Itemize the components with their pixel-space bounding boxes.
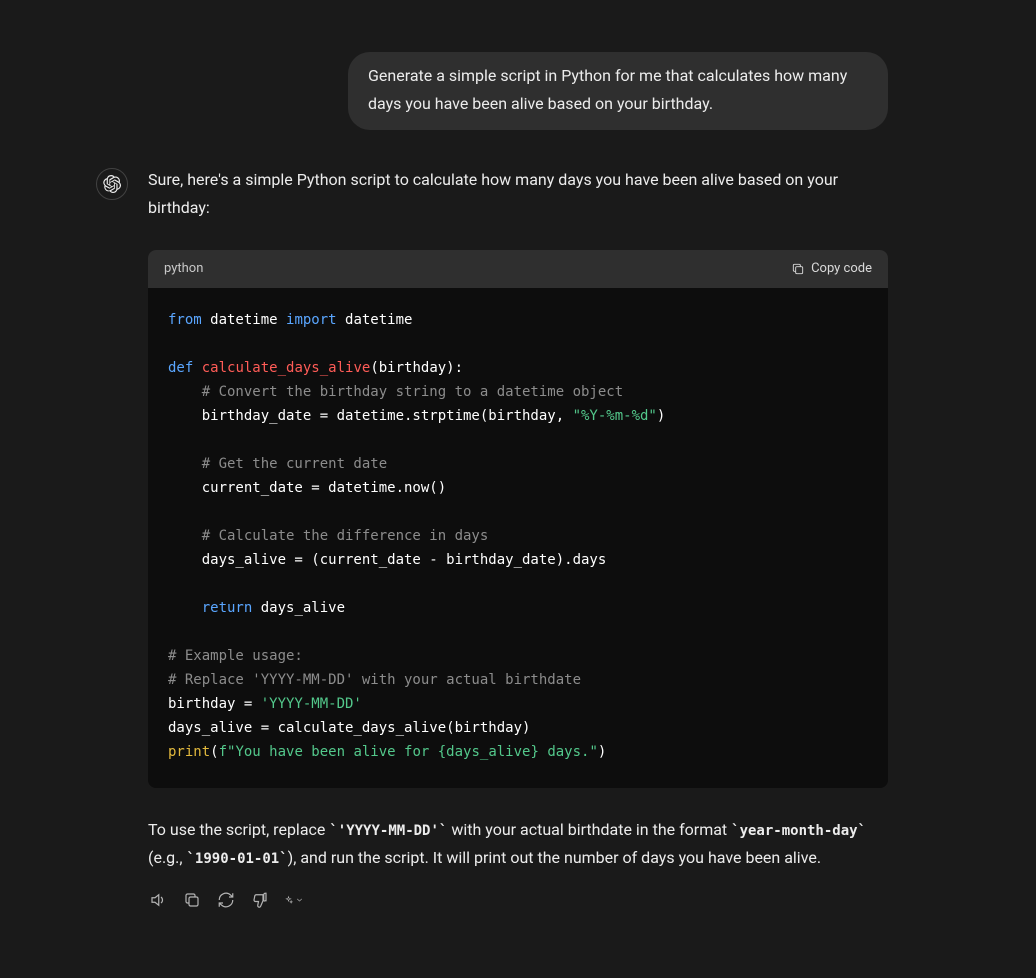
copy-code-button[interactable]: Copy code: [791, 258, 872, 281]
user-message-text: Generate a simple script in Python for m…: [368, 66, 847, 113]
model-switch-button[interactable]: [284, 890, 304, 910]
copy-code-label: Copy code: [811, 258, 872, 281]
assistant-outro-text: To use the script, replace `'YYYY-MM-DD'…: [148, 816, 888, 872]
speaker-icon: [149, 891, 167, 909]
inline-code: `year-month-day`: [731, 823, 866, 839]
user-message-bubble: Generate a simple script in Python for m…: [348, 52, 888, 130]
copy-icon: [791, 262, 805, 276]
inline-code: `1990-01-01`: [187, 851, 288, 867]
read-aloud-button[interactable]: [148, 890, 168, 910]
inline-code: `'YYYY-MM-DD'`: [329, 823, 447, 839]
copy-message-button[interactable]: [182, 890, 202, 910]
message-actions: [148, 890, 888, 910]
code-body[interactable]: from datetime import datetime def calcul…: [148, 288, 888, 788]
code-header: python Copy code: [148, 250, 888, 288]
code-block: python Copy code from datetime import da…: [148, 250, 888, 788]
bad-response-button[interactable]: [250, 890, 270, 910]
openai-logo-icon: [103, 175, 121, 193]
assistant-intro-text: Sure, here's a simple Python script to c…: [148, 166, 888, 222]
copy-icon: [183, 891, 201, 909]
thumbs-down-icon: [251, 891, 269, 909]
assistant-message: Sure, here's a simple Python script to c…: [148, 166, 888, 910]
chevron-down-icon: [295, 891, 304, 909]
code-language-label: python: [164, 258, 203, 281]
regenerate-button[interactable]: [216, 890, 236, 910]
sparkle-icon: [284, 891, 293, 909]
refresh-icon: [217, 891, 235, 909]
assistant-avatar: [96, 168, 128, 200]
